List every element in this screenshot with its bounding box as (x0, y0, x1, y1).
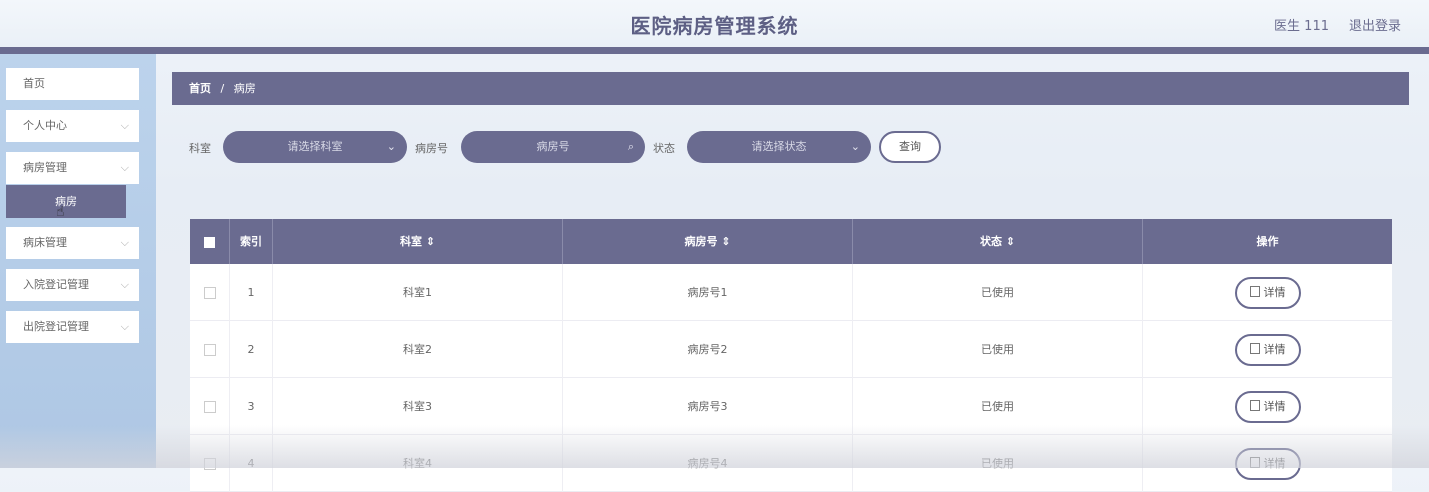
col-dept[interactable]: 科室 ⇕ (273, 219, 563, 264)
chevron-down-icon: ⌄ (386, 140, 396, 153)
breadcrumb-separator: / (220, 82, 225, 95)
table-row: 1 科室1 病房号1 已使用 详情 (190, 264, 1392, 321)
cell-dept: 科室4 (273, 435, 563, 492)
select-all-checkbox[interactable] (204, 236, 215, 248)
document-icon (1249, 343, 1260, 354)
row-checkbox[interactable] (203, 344, 216, 356)
cell-room: 病房号2 (563, 321, 853, 378)
cell-room: 病房号1 (563, 264, 853, 321)
cell-index: 4 (230, 435, 273, 492)
breadcrumb-current: 病房 (233, 82, 256, 95)
cell-action: 详情 (1143, 321, 1392, 378)
detail-button[interactable]: 详情 (1234, 391, 1301, 423)
breadcrumb-home[interactable]: 首页 (189, 82, 211, 95)
row-checkbox-cell (190, 321, 230, 378)
sidebar-subitem-ward[interactable]: 病房 (6, 185, 126, 218)
cell-index: 2 (230, 321, 273, 378)
detail-button[interactable]: 详情 (1234, 448, 1301, 480)
table-header: 索引 科室 ⇕ 病房号 ⇕ 状态 ⇕ 操作 (190, 219, 1392, 264)
row-checkbox-cell (190, 378, 230, 435)
status-select[interactable]: 请选择状态 ⌄ (687, 131, 871, 163)
cell-room: 病房号3 (563, 378, 853, 435)
col-status[interactable]: 状态 ⇕ (853, 219, 1143, 264)
row-checkbox[interactable] (203, 458, 216, 470)
col-action: 操作 (1256, 235, 1279, 248)
detail-button[interactable]: 详情 (1234, 334, 1301, 366)
sidebar-item-bed-management[interactable]: 病床管理 ⌵ (6, 227, 139, 259)
document-icon (1249, 400, 1260, 411)
detail-button-label: 详情 (1263, 457, 1286, 470)
row-checkbox[interactable] (203, 401, 216, 413)
table-row: 3 科室3 病房号3 已使用 详情 (190, 378, 1392, 435)
chevron-down-icon: ⌵ (120, 278, 129, 291)
dept-select-placeholder: 请选择科室 (287, 140, 343, 153)
detail-button-label: 详情 (1263, 343, 1286, 356)
chevron-down-icon: ⌵ (120, 320, 129, 333)
document-icon (1249, 457, 1260, 468)
hand-cursor-icon: ☝ (56, 204, 65, 220)
current-user: 医生 111 (1274, 19, 1329, 34)
sidebar-item-label: 出院登记管理 (23, 320, 89, 333)
table-row: 2 科室2 病房号2 已使用 详情 (190, 321, 1392, 378)
detail-button[interactable]: 详情 (1234, 277, 1301, 309)
sidebar: 首页 个人中心 ⌵ 病房管理 ⌵ 病房 病床管理 ⌵ 入院登记管理 ⌵ 出院登记… (0, 54, 156, 468)
document-icon (1249, 286, 1260, 297)
chevron-down-icon: ⌵ (120, 119, 129, 132)
sidebar-item-label: 个人中心 (23, 119, 67, 132)
col-room[interactable]: 病房号 ⇕ (563, 219, 853, 264)
cell-action: 详情 (1143, 378, 1392, 435)
header: 医院病房管理系统 医生 111 退出登录 (0, 0, 1429, 54)
chevron-down-icon: ⌄ (850, 140, 860, 153)
search-button[interactable]: 查询 (879, 131, 941, 163)
status-filter-label: 状态 (653, 142, 675, 155)
sidebar-item-personal-center[interactable]: 个人中心 ⌵ (6, 110, 139, 142)
sidebar-item-label: 病房管理 (23, 161, 67, 174)
main-content: 首页 / 病房 科室 请选择科室 ⌄ 病房号 病房号 ⌕ 状态 请选择状态 ⌄ … (156, 54, 1429, 492)
sidebar-item-label: 病床管理 (23, 236, 67, 249)
cell-status: 已使用 (853, 435, 1143, 492)
sidebar-item-label: 入院登记管理 (23, 278, 89, 291)
room-search-input[interactable]: 病房号 ⌕ (461, 131, 645, 163)
page-title: 医院病房管理系统 (630, 14, 799, 38)
cell-dept: 科室3 (273, 378, 563, 435)
sidebar-item-label: 首页 (23, 77, 45, 90)
cell-dept: 科室1 (273, 264, 563, 321)
dept-select[interactable]: 请选择科室 ⌄ (223, 131, 407, 163)
row-checkbox[interactable] (203, 287, 216, 299)
logout-link[interactable]: 退出登录 (1349, 15, 1401, 34)
breadcrumb: 首页 / 病房 (172, 72, 1409, 105)
cell-action: 详情 (1143, 264, 1392, 321)
select-all-cell (190, 219, 230, 264)
row-checkbox-cell (190, 435, 230, 492)
table-row: 4 科室4 病房号4 已使用 详情 (190, 435, 1392, 492)
search-icon: ⌕ (627, 140, 634, 153)
cell-status: 已使用 (853, 264, 1143, 321)
col-index: 索引 (230, 219, 273, 264)
sidebar-item-admission[interactable]: 入院登记管理 ⌵ (6, 269, 139, 301)
room-filter-label: 病房号 (415, 142, 448, 155)
cell-action: 详情 (1143, 435, 1392, 492)
chevron-down-icon: ⌵ (120, 236, 129, 249)
cell-index: 3 (230, 378, 273, 435)
row-checkbox-cell (190, 264, 230, 321)
cell-status: 已使用 (853, 378, 1143, 435)
status-select-placeholder: 请选择状态 (751, 140, 807, 153)
cell-index: 1 (230, 264, 273, 321)
detail-button-label: 详情 (1263, 400, 1286, 413)
dept-filter-label: 科室 (189, 142, 211, 155)
chevron-down-icon: ⌵ (120, 161, 129, 174)
sidebar-item-home[interactable]: 首页 (6, 68, 139, 100)
cell-room: 病房号4 (563, 435, 853, 492)
detail-button-label: 详情 (1263, 286, 1286, 299)
sidebar-item-discharge[interactable]: 出院登记管理 ⌵ (6, 311, 139, 343)
room-input-placeholder: 病房号 (536, 140, 570, 153)
cell-dept: 科室2 (273, 321, 563, 378)
sidebar-item-ward-management[interactable]: 病房管理 ⌵ (6, 152, 139, 184)
cell-status: 已使用 (853, 321, 1143, 378)
